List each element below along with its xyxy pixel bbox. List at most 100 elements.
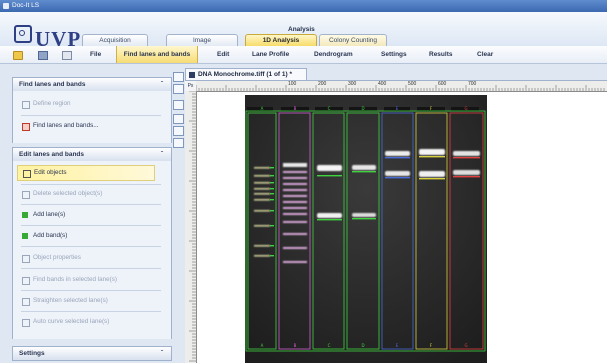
define-region-label: Define region bbox=[33, 100, 71, 107]
collapse-chevron-icon[interactable]: ˆ bbox=[155, 148, 163, 161]
edit-objects-label: Edit objects bbox=[34, 169, 67, 176]
view-tool-icon[interactable] bbox=[173, 138, 184, 148]
delete-selected-label: Delete selected object(s) bbox=[33, 190, 103, 197]
object-properties-item[interactable]: Object properties bbox=[13, 251, 171, 265]
lane-label-g: G bbox=[464, 106, 467, 111]
ruler-label: 700 bbox=[468, 81, 477, 87]
section-header-edit[interactable]: Edit lanes and bands ˆ bbox=[12, 147, 172, 162]
section-header-settings[interactable]: Settings ˇ bbox=[12, 346, 172, 361]
auto-curve-item[interactable]: Auto curve selected lane(s) bbox=[13, 315, 171, 329]
separator bbox=[21, 311, 161, 312]
find-lanes-bands-item[interactable]: Find lanes and bands... bbox=[13, 119, 171, 133]
left-task-panel: Find lanes and bands ˆ Define region Fin… bbox=[0, 75, 172, 362]
expand-chevron-icon[interactable]: ˇ bbox=[155, 347, 163, 360]
lane-label-c: C bbox=[328, 106, 331, 111]
collapse-chevron-icon[interactable]: ˆ bbox=[155, 78, 163, 91]
find-lanes-icon bbox=[22, 123, 30, 131]
section-body-find: Define region Find lanes and bands... bbox=[12, 91, 172, 143]
window-title: Doc-It LS bbox=[12, 2, 40, 9]
ruler-label: 400 bbox=[378, 81, 387, 87]
view-tool-icon[interactable] bbox=[173, 114, 184, 124]
add-lane-icon bbox=[22, 212, 28, 218]
separator bbox=[21, 115, 161, 116]
menu-results[interactable]: Results bbox=[429, 46, 452, 63]
menu-file[interactable]: File bbox=[90, 46, 101, 63]
gel-svg: A B C D E F G A B C D E F G bbox=[245, 95, 487, 363]
find-bands-selected-label: Find bands in selected lane(s) bbox=[33, 276, 118, 283]
edit-objects-icon bbox=[23, 170, 31, 178]
straighten-lanes-item[interactable]: Straighten selected lane(s) bbox=[13, 294, 171, 308]
print-icon[interactable] bbox=[62, 51, 72, 60]
open-folder-icon[interactable] bbox=[13, 51, 23, 60]
find-lanes-bands-label: Find lanes and bands... bbox=[33, 122, 99, 129]
section-body-edit: Edit objects Delete selected object(s) A… bbox=[12, 161, 172, 339]
ribbon-toolbar: File Find lanes and bands Edit Lane Prof… bbox=[0, 46, 607, 64]
image-canvas-area[interactable]: Px 100 200 300 400 500 600 700 A B C D E… bbox=[185, 80, 607, 363]
analysis-group-label: Analysis bbox=[288, 26, 315, 33]
menu-edit[interactable]: Edit bbox=[217, 46, 229, 63]
add-bands-label: Add band(s) bbox=[33, 232, 68, 239]
tab-colony-counting[interactable]: Colony Counting bbox=[319, 34, 387, 46]
menu-clear[interactable]: Clear bbox=[477, 46, 493, 63]
auto-curve-icon bbox=[22, 319, 30, 327]
define-region-icon bbox=[22, 101, 30, 109]
delete-icon bbox=[22, 191, 30, 199]
section-title-settings: Settings bbox=[19, 350, 45, 357]
define-region-item[interactable]: Define region bbox=[13, 97, 171, 111]
menu-settings[interactable]: Settings bbox=[381, 46, 407, 63]
window-titlebar: Doc-It LS bbox=[0, 0, 607, 12]
tab-acquisition[interactable]: Acquisition bbox=[82, 34, 148, 46]
ruler-label: 300 bbox=[348, 81, 357, 87]
ruler-label: 500 bbox=[408, 81, 417, 87]
section-header-find[interactable]: Find lanes and bands ˆ bbox=[12, 77, 172, 92]
straighten-lanes-label: Straighten selected lane(s) bbox=[33, 297, 108, 304]
lane-label-d: D bbox=[361, 343, 364, 348]
gel-image[interactable]: A B C D E F G A B C D E F G bbox=[245, 95, 487, 363]
auto-curve-label: Auto curve selected lane(s) bbox=[33, 318, 110, 325]
lane-label-a: A bbox=[261, 106, 264, 111]
separator bbox=[21, 204, 161, 205]
add-band-icon bbox=[22, 233, 28, 239]
vertical-ruler bbox=[185, 91, 197, 363]
section-title-edit: Edit lanes and bands bbox=[19, 151, 85, 158]
view-tool-strip bbox=[173, 70, 184, 362]
view-tool-icon[interactable] bbox=[173, 126, 184, 136]
view-tool-icon[interactable] bbox=[173, 84, 184, 94]
menu-dendrogram[interactable]: Dendrogram bbox=[314, 46, 353, 63]
image-document-icon bbox=[189, 72, 195, 78]
add-bands-item[interactable]: Add band(s) bbox=[13, 229, 171, 243]
view-tool-icon[interactable] bbox=[173, 100, 184, 110]
delete-selected-item[interactable]: Delete selected object(s) bbox=[13, 187, 171, 201]
menu-lane-profile[interactable]: Lane Profile bbox=[252, 46, 289, 63]
separator bbox=[21, 246, 161, 247]
separator bbox=[21, 225, 161, 226]
find-bands-selected-item[interactable]: Find bands in selected lane(s) bbox=[13, 273, 171, 287]
add-lanes-item[interactable]: Add lane(s) bbox=[13, 208, 171, 222]
separator bbox=[21, 290, 161, 291]
app-header: UVP Analysis Acquisition Image 1D Analys… bbox=[0, 12, 607, 51]
app-icon bbox=[3, 3, 9, 9]
gel-background bbox=[245, 95, 487, 363]
tab-image[interactable]: Image bbox=[166, 34, 238, 46]
add-lanes-label: Add lane(s) bbox=[33, 211, 66, 218]
properties-icon bbox=[22, 255, 30, 263]
view-tool-icon[interactable] bbox=[173, 72, 184, 82]
object-properties-label: Object properties bbox=[33, 254, 81, 261]
separator bbox=[21, 184, 161, 185]
straighten-icon bbox=[22, 298, 30, 306]
tab-1d-analysis[interactable]: 1D Analysis bbox=[245, 34, 317, 46]
lane-label-b: B bbox=[294, 106, 297, 111]
separator bbox=[21, 268, 161, 269]
edit-objects-item[interactable]: Edit objects bbox=[17, 165, 155, 181]
lane-label-b: B bbox=[294, 343, 297, 348]
ruler-label: 200 bbox=[318, 81, 327, 87]
horizontal-ruler: 100 200 300 400 500 600 700 bbox=[196, 81, 607, 92]
lane-label-a: A bbox=[261, 343, 264, 348]
horizontal-ruler-ticks bbox=[196, 85, 605, 91]
lane-b-bands bbox=[283, 163, 307, 263]
uvp-logo-mark-icon bbox=[14, 25, 32, 43]
find-bands-icon bbox=[22, 277, 30, 285]
menu-find-lanes-and-bands[interactable]: Find lanes and bands bbox=[116, 46, 198, 63]
document-tab-title: DNA Monochrome.tiff (1 of 1) * bbox=[198, 71, 293, 78]
save-icon[interactable] bbox=[38, 51, 48, 60]
